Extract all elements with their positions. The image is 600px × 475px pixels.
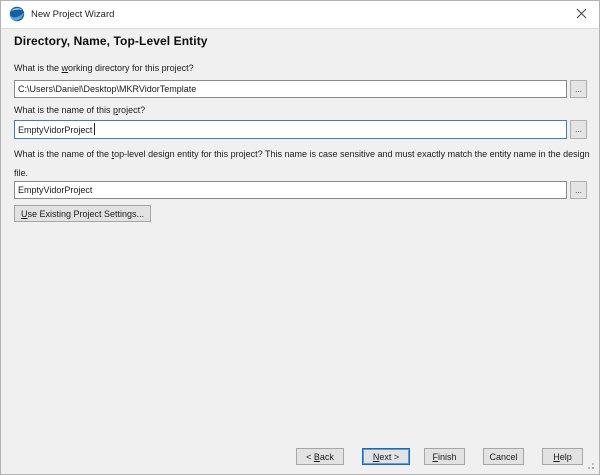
button-label: inish	[438, 452, 457, 462]
project-name-input[interactable]	[14, 120, 567, 139]
top-level-entity-input[interactable]	[14, 181, 567, 199]
help-button[interactable]: Help	[542, 448, 583, 465]
top-level-entity-browse-button[interactable]: ...	[570, 181, 587, 199]
button-label: <	[306, 452, 314, 462]
label-text: orking directory for this project?	[68, 63, 194, 73]
resize-grip[interactable]	[592, 467, 594, 469]
label-text: What is the	[14, 63, 62, 73]
titlebar: New Project Wizard	[1, 1, 599, 29]
new-project-wizard-dialog: New Project Wizard Directory, Name, Top-…	[0, 0, 600, 475]
working-directory-label: What is the working directory for this p…	[14, 62, 194, 74]
project-name-browse-button[interactable]: ...	[570, 120, 587, 139]
label-text: roject?	[118, 105, 145, 115]
button-label: se Existing Project Settings...	[28, 209, 145, 219]
working-directory-browse-button[interactable]: ...	[570, 80, 587, 98]
next-button[interactable]: Next >	[362, 448, 410, 465]
button-label: ack	[320, 452, 334, 462]
use-existing-project-settings-button[interactable]: Use Existing Project Settings...	[14, 205, 151, 222]
project-name-label: What is the name of this project?	[14, 104, 145, 116]
text-caret	[94, 123, 95, 135]
button-label: ext >	[379, 452, 399, 462]
label-text: What is the name of this	[14, 105, 113, 115]
button-label: elp	[560, 452, 572, 462]
label-text: What is the name of the	[14, 149, 112, 159]
working-directory-input[interactable]	[14, 80, 567, 98]
window-title: New Project Wizard	[31, 1, 114, 28]
close-icon	[576, 7, 587, 22]
back-button[interactable]: < Back	[296, 448, 344, 465]
finish-button[interactable]: Finish	[424, 448, 465, 465]
globe-icon	[9, 6, 25, 22]
top-level-entity-label: What is the name of the top-level design…	[14, 145, 596, 183]
cancel-button[interactable]: Cancel	[483, 448, 524, 465]
page-title: Directory, Name, Top-Level Entity	[14, 34, 208, 48]
close-button[interactable]	[563, 1, 599, 28]
